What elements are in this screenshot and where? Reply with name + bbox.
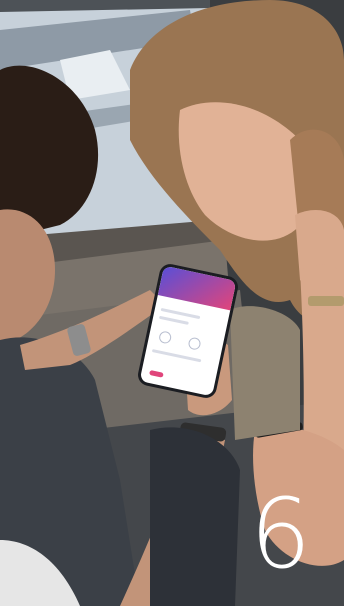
photo-stage: 6 [0, 0, 344, 606]
step-number: 6 [250, 478, 312, 590]
app-circle-icon [187, 336, 202, 351]
app-text-line [158, 315, 189, 325]
app-button [149, 369, 164, 378]
app-text-line [151, 349, 202, 363]
app-circle-icon [158, 330, 173, 345]
